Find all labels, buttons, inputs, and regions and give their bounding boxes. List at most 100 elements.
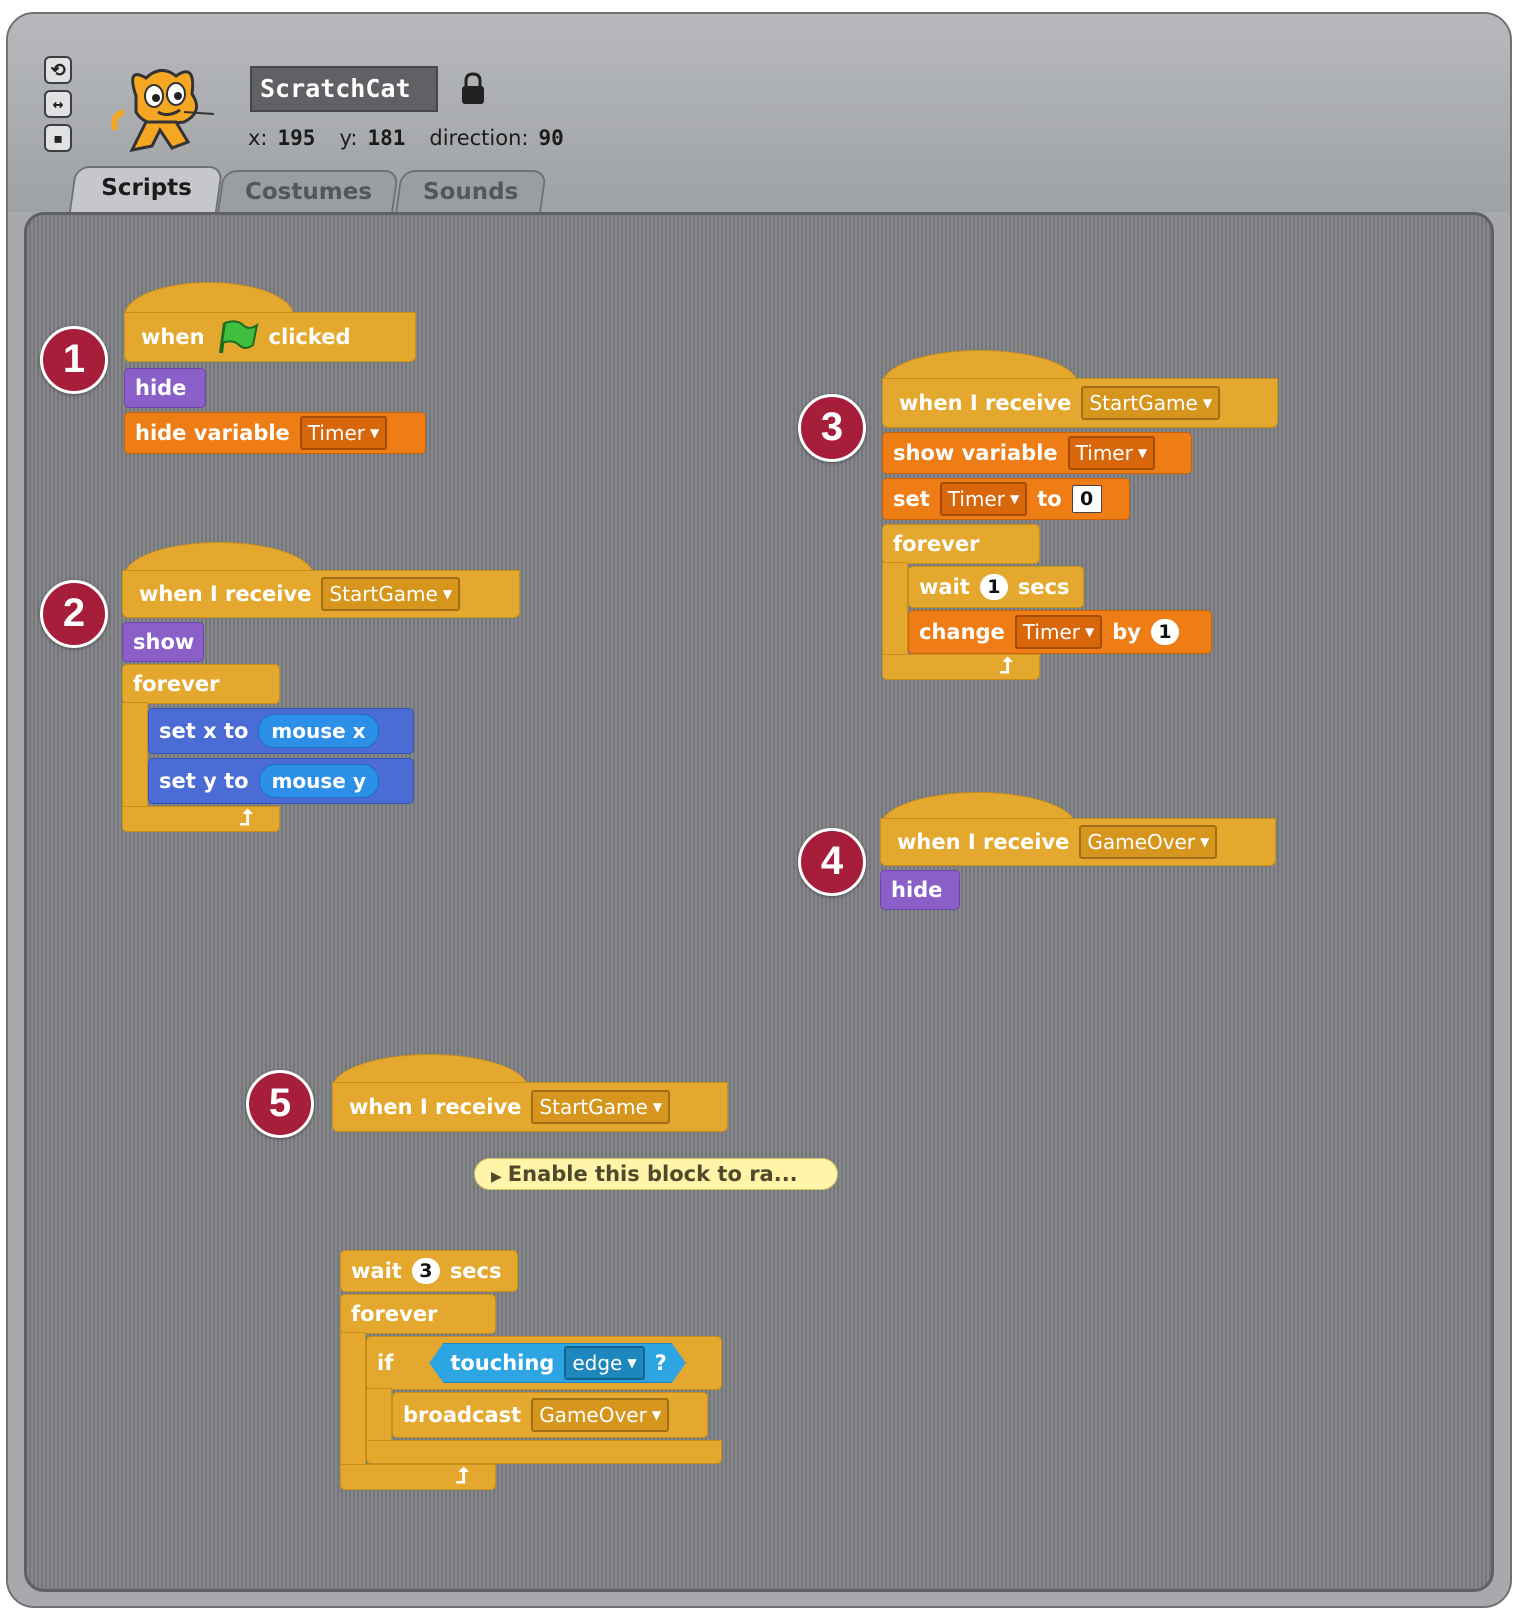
- block-text: to: [1037, 487, 1062, 511]
- broadcast-block[interactable]: broadcast GameOver ▼: [392, 1392, 708, 1438]
- when-i-receive-block[interactable]: when I receive GameOver ▼: [880, 818, 1276, 866]
- message-dropdown[interactable]: StartGame ▼: [321, 577, 461, 611]
- message-dropdown[interactable]: GameOver ▼: [1079, 825, 1218, 859]
- touching-dropdown[interactable]: edge ▼: [564, 1346, 644, 1380]
- forever-block[interactable]: forever: [340, 1294, 496, 1334]
- scratch-cat-icon: [111, 69, 215, 153]
- variable-dropdown[interactable]: Timer ▼: [1067, 436, 1156, 470]
- block-text: clicked: [268, 325, 351, 349]
- comment-text: Enable this block to ra...: [507, 1162, 798, 1186]
- value-input[interactable]: 1: [1150, 619, 1179, 645]
- loop-arrow-icon: ⮥: [1000, 654, 1013, 679]
- callout-badge-1: 1: [40, 326, 108, 394]
- forever-bottom: [122, 806, 280, 832]
- forever-bottom: [340, 1464, 496, 1490]
- block-text: broadcast: [403, 1403, 522, 1427]
- direction-value: 90: [538, 126, 564, 150]
- forever-bottom: [882, 654, 1040, 680]
- when-flag-clicked-block[interactable]: when clicked: [124, 312, 416, 362]
- block-text: set x to: [159, 719, 249, 743]
- block-text: when I receive: [897, 830, 1070, 854]
- block-text: ?: [654, 1351, 667, 1375]
- x-value: 195: [277, 126, 316, 150]
- collapsed-comment[interactable]: ▶ Enable this block to ra...: [474, 1158, 838, 1190]
- wait-block[interactable]: wait 3 secs: [340, 1250, 518, 1292]
- block-text: touching: [450, 1351, 555, 1375]
- block-text: forever: [351, 1302, 438, 1326]
- seconds-input[interactable]: 3: [411, 1258, 440, 1284]
- value-input[interactable]: 0: [1071, 485, 1102, 513]
- callout-badge-3: 3: [798, 394, 866, 462]
- set-x-block[interactable]: set x to mouse x: [148, 708, 414, 754]
- callout-badge-2: 2: [40, 580, 108, 648]
- block-text: set y to: [159, 769, 249, 793]
- if-block[interactable]: if touching edge ▼ ?: [366, 1336, 722, 1390]
- show-variable-block[interactable]: show variable Timer ▼: [882, 432, 1192, 474]
- flip-horizontal-icon[interactable]: ↔: [44, 90, 72, 118]
- set-variable-block[interactable]: set Timer ▼ to 0: [882, 478, 1130, 520]
- if-bottom: [366, 1440, 722, 1464]
- tab-scripts[interactable]: Scripts: [68, 166, 224, 214]
- forever-arm: [340, 1332, 366, 1472]
- message-dropdown[interactable]: StartGame ▼: [531, 1090, 671, 1124]
- variable-dropdown[interactable]: Timer ▼: [1014, 615, 1103, 649]
- no-rotate-icon[interactable]: ▪: [44, 124, 72, 152]
- block-text: by: [1112, 620, 1141, 644]
- expand-triangle-icon[interactable]: ▶: [491, 1162, 502, 1192]
- message-dropdown[interactable]: GameOver ▼: [531, 1398, 670, 1432]
- block-text: when: [141, 325, 205, 349]
- when-i-receive-block[interactable]: when I receive StartGame ▼: [122, 570, 520, 618]
- block-text: show: [133, 630, 195, 654]
- green-flag-icon: [218, 320, 259, 354]
- mouse-y-reporter[interactable]: mouse y: [258, 764, 379, 798]
- forever-block[interactable]: forever: [122, 664, 280, 704]
- variable-dropdown[interactable]: Timer ▼: [299, 416, 388, 450]
- block-text: set: [893, 487, 930, 511]
- forever-arm: [882, 562, 908, 662]
- x-label: x:: [248, 126, 268, 150]
- block-text: when I receive: [899, 391, 1072, 415]
- block-text: hide: [135, 376, 187, 400]
- set-y-block[interactable]: set y to mouse y: [148, 758, 414, 804]
- seconds-input[interactable]: 1: [979, 574, 1008, 600]
- y-label: y:: [339, 126, 358, 150]
- touching-sensing-block[interactable]: touching edge ▼ ?: [429, 1343, 685, 1383]
- block-text: forever: [893, 532, 980, 556]
- forever-arm: [122, 702, 148, 812]
- sprite-header: ⟲ ↔ ▪ ScratchCat x: 195 y: 181 direction…: [8, 14, 1510, 214]
- callout-badge-5: 5: [246, 1070, 314, 1138]
- block-text: wait: [919, 575, 970, 599]
- loop-arrow-icon: ⮥: [456, 1464, 469, 1489]
- block-text: show variable: [893, 441, 1058, 465]
- block-text: hide: [891, 878, 943, 902]
- direction-label: direction:: [429, 126, 529, 150]
- show-block[interactable]: show: [122, 622, 204, 662]
- mouse-x-reporter[interactable]: mouse x: [258, 714, 379, 748]
- when-i-receive-block[interactable]: when I receive StartGame ▼: [882, 378, 1278, 428]
- change-variable-block[interactable]: change Timer ▼ by 1: [908, 610, 1212, 654]
- hide-block[interactable]: hide: [124, 368, 206, 408]
- block-text: if: [377, 1351, 394, 1375]
- block-text: wait: [351, 1259, 402, 1283]
- tab-sounds[interactable]: Sounds: [394, 170, 548, 214]
- wait-block[interactable]: wait 1 secs: [908, 566, 1084, 608]
- sprite-coordinates: x: 195 y: 181 direction: 90: [248, 126, 578, 150]
- if-arm: [366, 1388, 392, 1448]
- hide-block[interactable]: hide: [880, 870, 960, 910]
- lock-icon[interactable]: [460, 72, 486, 106]
- block-text: hide variable: [135, 421, 290, 445]
- tab-costumes[interactable]: Costumes: [216, 170, 400, 214]
- block-text: secs: [449, 1259, 502, 1283]
- hide-variable-block[interactable]: hide variable Timer ▼: [124, 412, 426, 454]
- message-dropdown[interactable]: StartGame ▼: [1081, 386, 1221, 420]
- block-text: when I receive: [349, 1095, 522, 1119]
- sprite-name-field[interactable]: ScratchCat: [250, 66, 438, 112]
- y-value: 181: [367, 126, 406, 150]
- rotate-icon[interactable]: ⟲: [44, 56, 72, 84]
- when-i-receive-block[interactable]: when I receive StartGame ▼: [332, 1082, 728, 1132]
- callout-badge-4: 4: [798, 828, 866, 896]
- forever-block[interactable]: forever: [882, 524, 1040, 564]
- variable-dropdown[interactable]: Timer ▼: [939, 482, 1028, 516]
- block-text: when I receive: [139, 582, 312, 606]
- loop-arrow-icon: ⮥: [240, 806, 253, 831]
